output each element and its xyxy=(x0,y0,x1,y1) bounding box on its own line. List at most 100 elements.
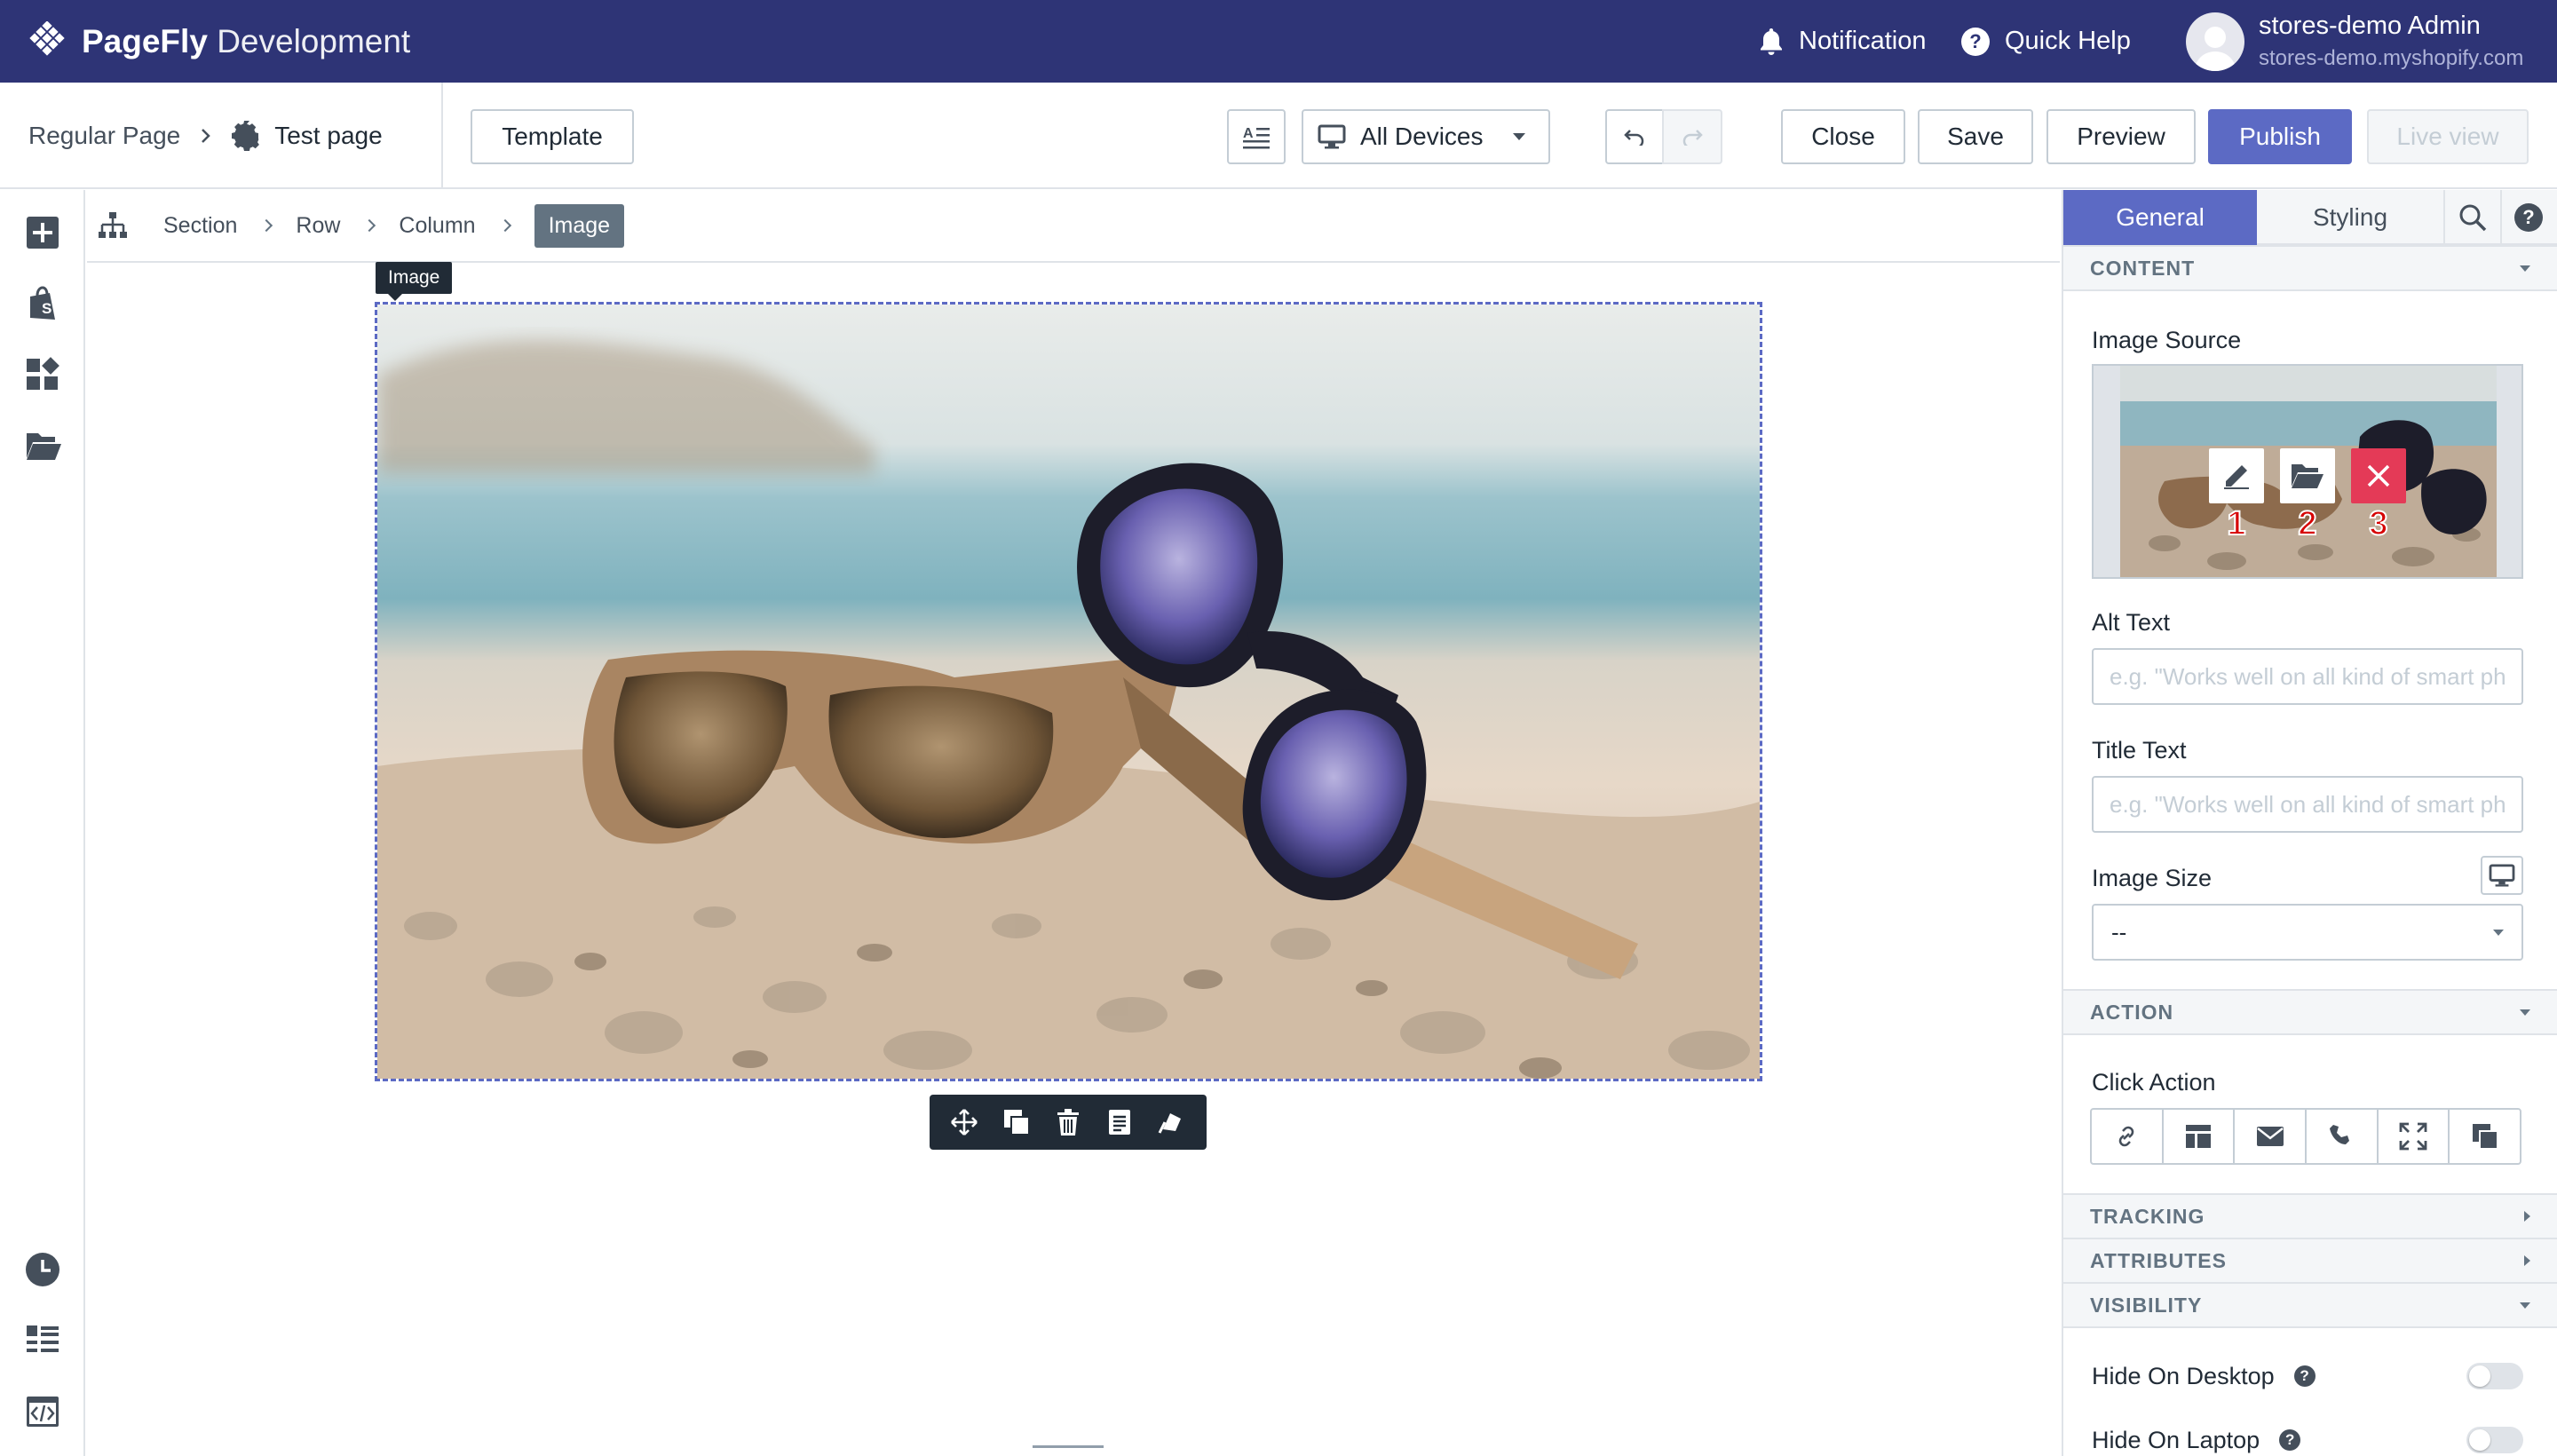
outline-toggle-button[interactable]: A xyxy=(1227,109,1286,164)
section-attributes-header[interactable]: ATTRIBUTES xyxy=(2063,1238,2557,1284)
responsive-device-button[interactable] xyxy=(2481,856,2523,895)
desktop-icon xyxy=(1318,124,1346,149)
caret-down-icon xyxy=(2520,1009,2530,1016)
live-view-button[interactable]: Live view xyxy=(2367,109,2529,164)
click-action-phone[interactable] xyxy=(2307,1110,2379,1163)
copy-icon xyxy=(1003,1110,1030,1136)
image-size-select[interactable]: -- xyxy=(2092,904,2523,961)
sections-library-button[interactable] xyxy=(25,357,60,392)
text-align-icon: A xyxy=(1243,126,1270,149)
chevron-down-icon xyxy=(1513,133,1526,140)
chevron-right-icon xyxy=(260,218,273,233)
image-source-label: Image Source xyxy=(2092,327,2242,353)
pagefly-logo-icon xyxy=(29,20,65,56)
save-button[interactable]: Save xyxy=(1918,109,2033,164)
history-button[interactable] xyxy=(25,1252,60,1287)
section-tracking-header[interactable]: TRACKING xyxy=(2063,1193,2557,1239)
edit-image-button[interactable]: 1 xyxy=(2209,448,2264,543)
alt-text-input[interactable] xyxy=(2092,648,2523,705)
gear-icon xyxy=(232,121,260,151)
search-icon xyxy=(2459,204,2487,232)
click-action-lightbox[interactable] xyxy=(2379,1110,2450,1163)
brand-suffix: Development xyxy=(217,22,411,59)
dashboard-grid-icon xyxy=(27,357,59,390)
quick-help-button[interactable]: ? Quick Help xyxy=(1960,0,2131,83)
notification-button[interactable]: Notification xyxy=(1758,0,1926,83)
close-icon xyxy=(2367,464,2390,487)
left-sidebar: S xyxy=(0,190,85,1456)
svg-text:A: A xyxy=(1243,126,1254,141)
browse-image-button[interactable]: 2 xyxy=(2280,448,2335,543)
title-text-input[interactable] xyxy=(2092,776,2523,833)
section-action-header[interactable]: ACTION xyxy=(2063,989,2557,1035)
section-visibility-title: VISIBILITY xyxy=(2090,1293,2203,1317)
page-settings-link[interactable]: Test page xyxy=(232,121,383,151)
clock-icon xyxy=(26,1253,59,1286)
brand-logo[interactable]: PageFly Development xyxy=(27,0,410,83)
add-element-button[interactable] xyxy=(25,215,60,250)
help-icon[interactable]: ? xyxy=(2279,1429,2301,1451)
close-button[interactable]: Close xyxy=(1781,109,1905,164)
custom-code-button[interactable] xyxy=(25,1394,60,1429)
element-breadcrumb: Section Row Column Image xyxy=(87,190,2060,263)
toolbar-divider xyxy=(441,83,443,189)
title-text-label: Title Text xyxy=(2092,737,2187,764)
template-button[interactable]: Template xyxy=(471,109,634,164)
redo-button[interactable] xyxy=(1662,109,1722,164)
breadcrumb-section[interactable]: Section xyxy=(163,213,237,239)
saved-pages-button[interactable] xyxy=(25,428,61,463)
quick-help-label: Quick Help xyxy=(2005,27,2131,55)
hide-on-laptop-toggle[interactable] xyxy=(2466,1427,2523,1453)
panel-search-button[interactable] xyxy=(2443,190,2500,245)
preview-button[interactable]: Preview xyxy=(2046,109,2196,164)
section-visibility-header[interactable]: VISIBILITY xyxy=(2063,1282,2557,1328)
expand-icon xyxy=(2399,1122,2427,1151)
step-number-3: 3 xyxy=(2368,504,2388,543)
hide-on-desktop-row: Hide On Desktop ? xyxy=(2092,1357,2523,1396)
style-element-button[interactable] xyxy=(1154,1104,1190,1140)
publish-button[interactable]: Publish xyxy=(2208,109,2352,164)
click-action-email[interactable] xyxy=(2235,1110,2308,1163)
user-name: stores-demo Admin xyxy=(2259,12,2481,40)
image-size-label: Image Size xyxy=(2092,865,2213,891)
chevron-right-icon xyxy=(498,218,511,233)
click-action-section[interactable] xyxy=(2164,1110,2236,1163)
device-select[interactable]: All Devices xyxy=(1302,109,1550,164)
duplicate-element-button[interactable] xyxy=(999,1104,1034,1140)
selected-image-element[interactable] xyxy=(375,302,1762,1081)
remove-image-button[interactable]: 3 xyxy=(2351,448,2406,543)
folder-open-icon xyxy=(27,433,61,460)
move-element-button[interactable] xyxy=(946,1104,982,1140)
outline-button[interactable] xyxy=(25,1323,60,1358)
section-content-title: CONTENT xyxy=(2090,256,2196,280)
page-type-link[interactable]: Regular Page xyxy=(28,122,180,150)
trash-icon xyxy=(1057,1109,1079,1136)
delete-element-button[interactable] xyxy=(1050,1104,1086,1140)
section-action-title: ACTION xyxy=(2090,1000,2174,1024)
svg-text:S: S xyxy=(42,300,51,317)
click-action-popup[interactable] xyxy=(2450,1110,2520,1163)
hide-on-desktop-label: Hide On Desktop xyxy=(2092,1362,2275,1389)
beach-sunglasses-image xyxy=(377,305,1760,1079)
help-icon[interactable]: ? xyxy=(2293,1365,2316,1387)
page-breadcrumb: Regular Page Test page xyxy=(28,83,383,189)
breadcrumb-column[interactable]: Column xyxy=(399,213,475,239)
undo-button[interactable] xyxy=(1605,109,1664,164)
user-menu[interactable]: stores-demo Admin stores-demo.myshopify.… xyxy=(2186,0,2523,83)
paint-bucket-icon xyxy=(1158,1113,1181,1134)
breadcrumb-row[interactable]: Row xyxy=(296,213,340,239)
save-as-section-button[interactable] xyxy=(1102,1104,1137,1140)
panel-help-button[interactable]: ? xyxy=(2500,190,2555,245)
layout-icon xyxy=(2186,1125,2211,1148)
plus-square-icon xyxy=(27,217,59,249)
hide-on-laptop-label: Hide On Laptop xyxy=(2092,1426,2260,1453)
breadcrumb-image[interactable]: Image xyxy=(534,203,625,248)
svg-text:?: ? xyxy=(2522,206,2534,228)
scroll-indicator xyxy=(1033,1445,1104,1448)
tab-general[interactable]: General xyxy=(2063,190,2257,245)
click-action-link[interactable] xyxy=(2092,1110,2164,1163)
shopify-elements-button[interactable]: S xyxy=(25,286,60,321)
section-content-header[interactable]: CONTENT xyxy=(2063,245,2557,291)
hide-on-desktop-toggle[interactable] xyxy=(2466,1363,2523,1389)
tab-styling[interactable]: Styling xyxy=(2257,190,2443,245)
